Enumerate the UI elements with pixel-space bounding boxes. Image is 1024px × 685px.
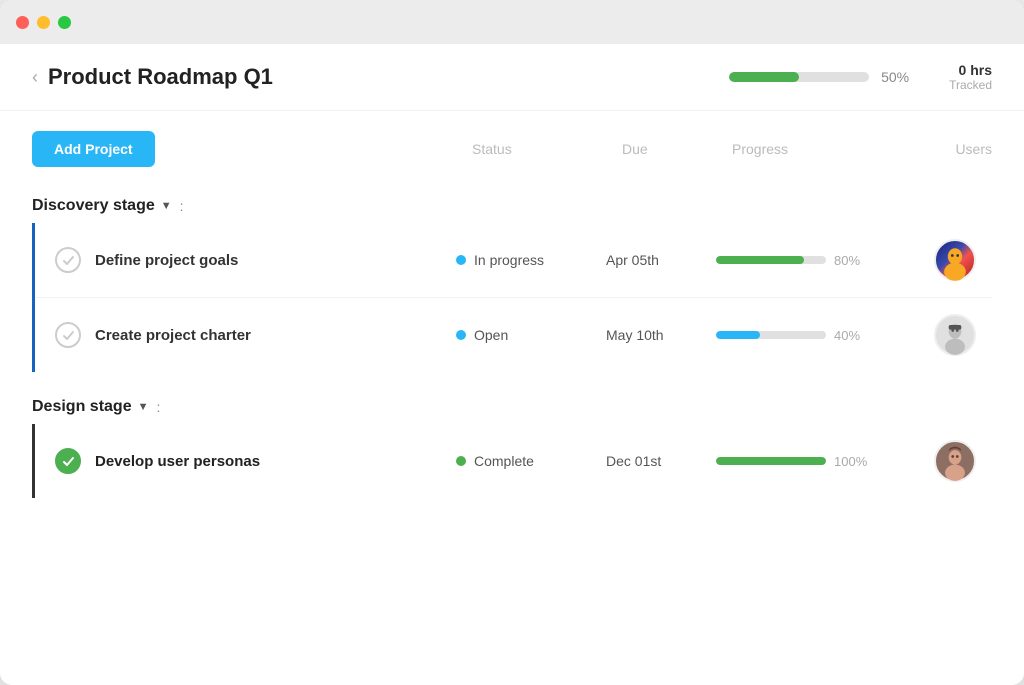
col-header-users: Users <box>912 141 992 157</box>
section-chevron-icon[interactable]: ▼ <box>138 401 149 413</box>
main-content: Add Project Status Due Progress Users Di… <box>0 111 1024 685</box>
row-progress-fill <box>716 256 804 264</box>
project-name: Create project charter <box>95 327 456 344</box>
avatar <box>934 440 976 482</box>
row-progress-pct: 100% <box>834 454 874 469</box>
progress-cell: 40% <box>716 328 896 343</box>
status-dot <box>456 255 466 265</box>
toolbar: Add Project Status Due Progress Users <box>32 111 992 179</box>
progress-cell: 100% <box>716 454 896 469</box>
due-date: Dec 01st <box>606 453 716 469</box>
header-progress-bar <box>729 72 869 82</box>
section-header: Discovery stage ▼ : <box>32 179 992 223</box>
add-project-button[interactable]: Add Project <box>32 131 155 167</box>
status-cell: Complete <box>456 453 606 469</box>
check-empty-icon[interactable] <box>55 247 81 273</box>
users-cell <box>896 440 976 482</box>
section-title: Discovery stage <box>32 197 155 215</box>
avatar <box>934 314 976 356</box>
row-progress-fill <box>716 331 760 339</box>
maximize-dot[interactable] <box>58 16 71 29</box>
back-button[interactable]: ‹ <box>32 67 38 88</box>
col-header-progress: Progress <box>732 141 912 157</box>
row-progress-bar <box>716 331 826 339</box>
due-date: Apr 05th <box>606 252 716 268</box>
titlebar <box>0 0 1024 44</box>
status-text: In progress <box>474 252 544 268</box>
col-header-due: Due <box>622 141 732 157</box>
header-progress-pct: 50% <box>881 69 909 85</box>
section-menu-icon[interactable]: : <box>180 198 184 214</box>
status-cell: In progress <box>456 252 606 268</box>
users-cell <box>896 314 976 356</box>
section-menu-icon[interactable]: : <box>156 399 160 415</box>
users-cell <box>896 239 976 281</box>
main-window: ‹ Product Roadmap Q1 50% 0 hrs Tracked A… <box>0 0 1024 685</box>
project-group: Develop user personas Complete Dec 01st … <box>32 424 992 498</box>
section-title: Design stage <box>32 398 132 416</box>
column-headers: Status Due Progress Users <box>179 141 992 157</box>
section-header: Design stage ▼ : <box>32 380 992 424</box>
check-done-icon[interactable] <box>55 448 81 474</box>
status-dot <box>456 456 466 466</box>
status-text: Open <box>474 327 508 343</box>
table-row[interactable]: Define project goals In progress Apr 05t… <box>35 223 992 298</box>
header-progress: 50% <box>729 69 909 85</box>
due-date: May 10th <box>606 327 716 343</box>
row-progress-pct: 40% <box>834 328 874 343</box>
row-progress-bar <box>716 256 826 264</box>
row-progress-fill <box>716 457 826 465</box>
table-row[interactable]: Develop user personas Complete Dec 01st … <box>35 424 992 498</box>
project-name: Define project goals <box>95 252 456 269</box>
page-header: ‹ Product Roadmap Q1 50% 0 hrs Tracked <box>0 44 1024 111</box>
project-group: Define project goals In progress Apr 05t… <box>32 223 992 372</box>
status-cell: Open <box>456 327 606 343</box>
progress-cell: 80% <box>716 253 896 268</box>
avatar <box>934 239 976 281</box>
row-progress-bar <box>716 457 826 465</box>
project-name: Develop user personas <box>95 453 456 470</box>
section-chevron-icon[interactable]: ▼ <box>161 200 172 212</box>
check-empty-icon[interactable] <box>55 322 81 348</box>
page-title: Product Roadmap Q1 <box>48 64 729 90</box>
header-progress-fill <box>729 72 799 82</box>
tracked-label: Tracked <box>949 78 992 92</box>
col-header-status: Status <box>472 141 622 157</box>
tracked-hrs: 0 hrs <box>949 62 992 78</box>
status-text: Complete <box>474 453 534 469</box>
close-dot[interactable] <box>16 16 29 29</box>
status-dot <box>456 330 466 340</box>
table-row[interactable]: Create project charter Open May 10th 40% <box>35 298 992 372</box>
tracked-section: 0 hrs Tracked <box>949 62 992 92</box>
row-progress-pct: 80% <box>834 253 874 268</box>
sections-container: Discovery stage ▼ : Define project goals… <box>32 179 992 498</box>
minimize-dot[interactable] <box>37 16 50 29</box>
